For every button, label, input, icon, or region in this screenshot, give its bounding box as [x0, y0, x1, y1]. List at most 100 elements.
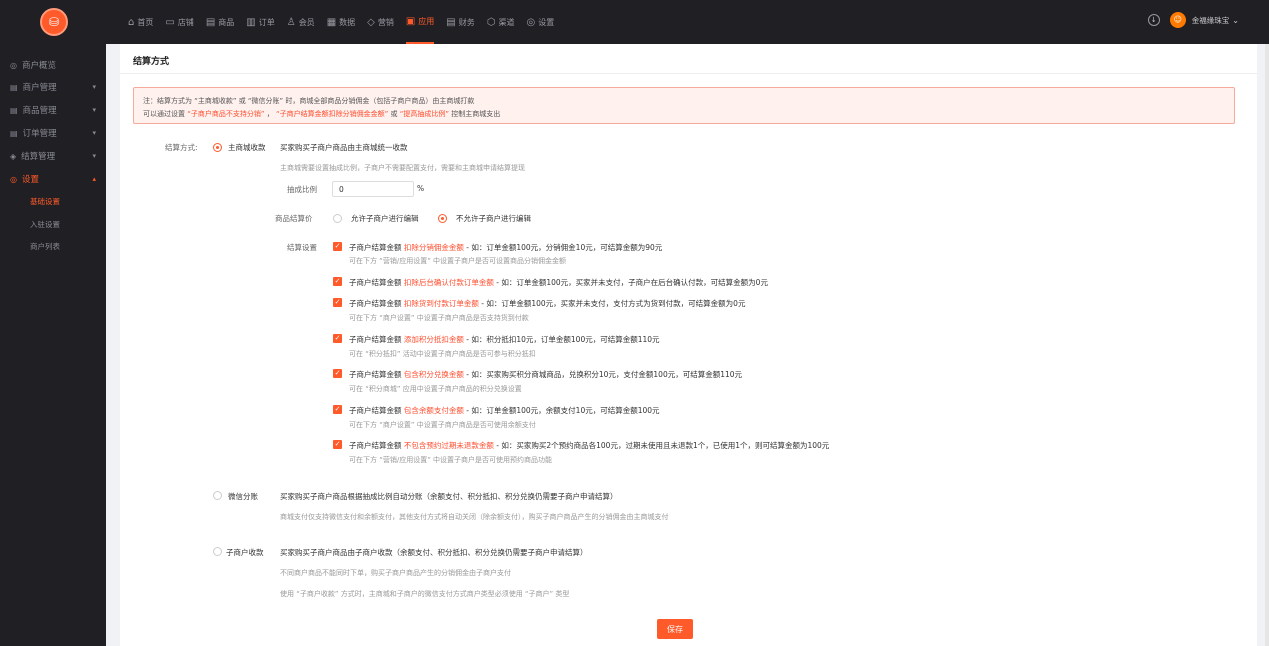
checkbox-rule-4[interactable]: ✓: [333, 334, 342, 343]
rule-hint: 可在下方 “商户设置” 中设置子商户商品是否可使用余额支付: [349, 421, 536, 429]
radio-allow-edit-label[interactable]: 允许子商户进行编辑: [351, 213, 419, 224]
nav-home[interactable]: ⌂ 首页: [128, 0, 153, 44]
checkbox-rule-3[interactable]: ✓: [333, 298, 342, 307]
sidebar-item-settlement[interactable]: ◈ 结算管理 ▾: [10, 150, 96, 163]
radio-allow-edit[interactable]: [333, 214, 342, 223]
list-icon: ▤: [10, 105, 18, 115]
save-button[interactable]: 保存: [657, 619, 693, 639]
rule-highlight: 不包含预约过期未退款金额: [403, 441, 494, 450]
chevron-down-icon: ▾: [92, 106, 96, 114]
scrollbar[interactable]: [1265, 44, 1269, 646]
nav-label: 应用: [418, 16, 435, 26]
nav-finance[interactable]: ▤ 财务: [446, 0, 474, 44]
rule-text: 子商户结算金额 包含余额支付金额 - 如：订单金额100元，余额支付10元，可结…: [349, 405, 660, 416]
sidebar-item-label: 结算管理: [21, 152, 56, 162]
option-hint: 商城支付仅支持微信支付和余额支付，其他支付方式将自动关闭（除余额支付），购买子商…: [280, 513, 669, 521]
rule-hint: 可在下方 “营销/应用设置” 中设置子商户是否可设置商品分销佣金金额: [349, 257, 567, 265]
notice-line-2: 可以通过设置 “子商户商品不支持分销” ， “子商户结算金额扣除分销佣金金额” …: [143, 108, 1225, 121]
radio-disallow-edit[interactable]: [438, 214, 447, 223]
notice-text: 可以通过设置: [143, 110, 185, 118]
orders-icon: ▥: [246, 16, 256, 28]
top-nav: ⌂ 首页 ▭ 店铺 ▤ 商品 ▥ 订单 ♙ 会员 ▦ 数据 ◇ 营销 ▣ 应用 ▤ 财务 ⬡ 渠道 …: [128, 0, 566, 44]
rule-text: 子商户结算金额 不包含预约过期未退款金额 - 如：买家购买2个预约商品各100元…: [349, 440, 829, 451]
nav-data[interactable]: ▦ 数据: [327, 0, 355, 44]
apps-icon: ▣: [405, 15, 416, 27]
sidebar-item-label: 设置: [21, 175, 39, 185]
goods-icon: ▤: [205, 16, 216, 28]
radio-sub-merchant-label[interactable]: 子商户收款: [226, 547, 264, 558]
sidebar-subitem-merchant-list[interactable]: 商户列表: [30, 241, 60, 252]
rule-hint: 可在下方 “营销/应用设置” 中设置子商户是否可使用预约商品功能: [349, 456, 553, 464]
nav-channels[interactable]: ⬡ 渠道: [487, 0, 515, 44]
rule-text: 子商户结算金额 扣除货到付款订单金额 - 如：订单金额100元，买家并未支付，支…: [349, 298, 745, 309]
rule-hint: 可在下方 “商户设置” 中设置子商户商品是否支持货到付款: [349, 314, 529, 322]
tag-icon: ◇: [367, 16, 375, 28]
rule-example: - 如：买家购买2个预约商品各100元，过期未使用且未退款1个，已使用1个，则可…: [493, 441, 830, 450]
page-title: 结算方式: [133, 57, 170, 67]
checkbox-rule-6[interactable]: ✓: [333, 405, 342, 414]
option-description: 买家购买子商户商品根据抽成比例自动分账（余额支付、积分抵扣、积分兑换仍需要子商户…: [280, 492, 618, 501]
sidebar-item-merchants[interactable]: ▤ 商户管理 ▾: [10, 81, 96, 94]
checkbox-rule-1[interactable]: ✓: [333, 242, 342, 251]
checkbox-rule-7[interactable]: ✓: [333, 440, 342, 449]
notice-text: 控制主商城支出: [451, 110, 501, 118]
commission-rate-label: 抽成比例: [287, 185, 317, 194]
sidebar-subitem-basic[interactable]: 基础设置: [30, 196, 60, 207]
rule-hint: 可在 “积分抵扣” 活动中设置子商户商品是否可参与积分抵扣: [349, 350, 536, 358]
sidebar-subitem-onboarding[interactable]: 入驻设置: [30, 219, 60, 230]
rule-example: - 如：订单金额100元，余额支付10元，可结算金额100元: [463, 406, 660, 415]
radio-sub-merchant[interactable]: [213, 547, 222, 556]
nav-apps[interactable]: ▣ 应用: [405, 0, 435, 44]
nav-members[interactable]: ♙ 会员: [287, 0, 315, 44]
nav-label: 商品: [218, 17, 235, 27]
rule-text: 子商户结算金额 添加积分抵扣金额 - 如：积分抵扣10元，订单金额100元，可结…: [349, 334, 660, 345]
nav-label: 财务: [458, 17, 475, 27]
checkbox-rule-5[interactable]: ✓: [333, 369, 342, 378]
sidebar-item-goods[interactable]: ▤ 商品管理 ▾: [10, 104, 96, 117]
rule-prefix: 子商户结算金额: [349, 441, 402, 450]
chevron-down-icon: ▾: [92, 83, 96, 91]
radio-wechat-split[interactable]: [213, 491, 222, 500]
rule-highlight: 添加积分抵扣金额: [403, 335, 464, 344]
data-icon: ▦: [326, 16, 337, 28]
rule-highlight: 扣除后台确认付款订单金额: [403, 278, 494, 287]
home-icon: ⌂: [128, 16, 135, 28]
member-icon: ♙: [286, 16, 296, 28]
radio-main-store[interactable]: [213, 143, 222, 152]
top-bar: ⛁ ⌂ 首页 ▭ 店铺 ▤ 商品 ▥ 订单 ♙ 会员 ▦ 数据 ◇ 营销 ▣ 应用 ▤ 财务 ⬡ 渠…: [0, 0, 1269, 44]
nav-label: 营销: [377, 17, 394, 27]
rule-highlight: 包含余额支付金额: [403, 406, 464, 415]
radio-wechat-split-label[interactable]: 微信分账: [228, 491, 258, 502]
nav-store[interactable]: ▭ 店铺: [165, 0, 193, 44]
nav-marketing[interactable]: ◇ 营销: [367, 0, 394, 44]
coin-icon[interactable]: ⛁: [40, 8, 68, 36]
sidebar-item-label: 商户管理: [22, 83, 57, 93]
rule-highlight: 包含积分兑换金额: [403, 370, 464, 379]
user-name[interactable]: 金福缘珠宝: [1192, 15, 1230, 26]
option-hint: 使用 “子商户收款” 方式时，主商城和子商户的微信支付方式商户类型必须使用 “子…: [280, 590, 570, 598]
divider: [120, 73, 1257, 74]
nav-settings[interactable]: ◎ 设置: [526, 0, 554, 44]
notice-box: 注：结算方式为 “主商城收款” 或 “微信分账” 时，商城全部商品分销佣金（包括…: [133, 87, 1235, 124]
nav-orders[interactable]: ▥ 订单: [246, 0, 274, 44]
notice-text: 或: [390, 110, 398, 118]
radio-main-store-label[interactable]: 主商城收款: [228, 142, 266, 153]
nav-label: 店铺: [177, 17, 194, 27]
percent-unit: %: [417, 184, 425, 193]
nav-label: 渠道: [498, 17, 515, 27]
commission-rate-input[interactable]: [332, 181, 414, 197]
chevron-down-icon: ▾: [92, 152, 96, 160]
radio-disallow-edit-label[interactable]: 不允许子商户进行编辑: [456, 213, 531, 224]
avatar[interactable]: ☺: [1169, 12, 1186, 28]
rule-example: - 如：订单金额100元，买家并未支付，子商户在后台确认付款，可结算金额为0元: [493, 278, 768, 287]
sidebar-item-orders[interactable]: ▤ 订单管理 ▾: [10, 127, 96, 140]
download-icon[interactable]: ↓: [1147, 14, 1160, 26]
chevron-down-icon[interactable]: ⌄: [1232, 16, 1239, 25]
checkbox-rule-2[interactable]: ✓: [333, 277, 342, 286]
rule-example: - 如：订单金额100元，买家并未支付，支付方式为货到付款，可结算金额为0元: [478, 299, 746, 308]
gear-icon: ◎: [526, 16, 536, 28]
option-description: 买家购买子商户商品由子商户收款（余额支付、积分抵扣、积分兑换仍需要子商户申请结算…: [280, 548, 588, 557]
nav-goods[interactable]: ▤ 商品: [206, 0, 234, 44]
sidebar-item-settings[interactable]: ◎ 设置 ▴: [10, 173, 96, 186]
sidebar-item-overview[interactable]: ◎ 商户概览: [10, 59, 96, 72]
